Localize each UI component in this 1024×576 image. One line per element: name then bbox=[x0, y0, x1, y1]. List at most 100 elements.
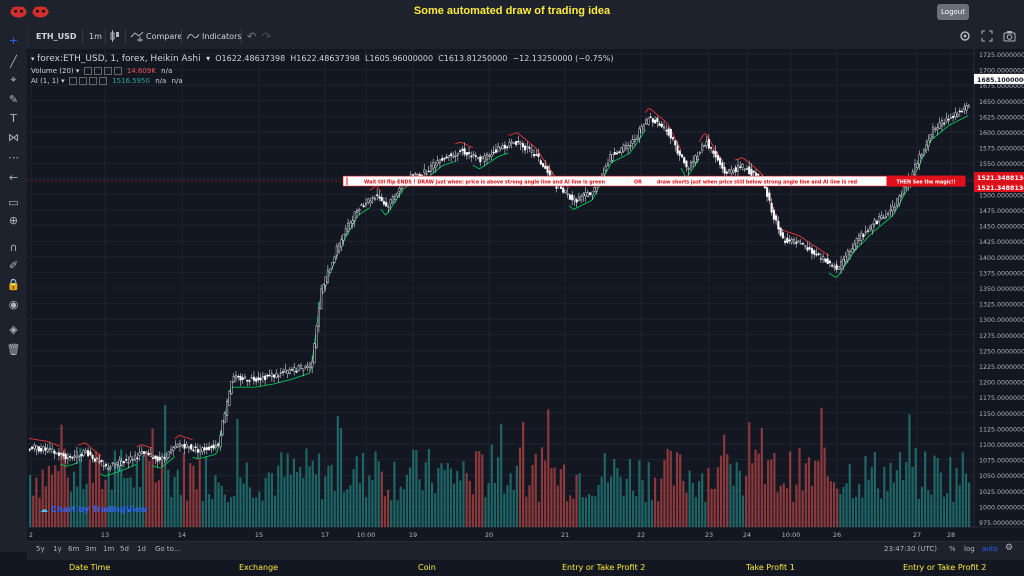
candle-body bbox=[698, 152, 701, 154]
tradingview-credit[interactable]: ☁ Chart by TradingView bbox=[40, 505, 147, 514]
auto-toggle[interactable]: auto bbox=[982, 545, 998, 553]
candle-body bbox=[925, 144, 928, 150]
percent-toggle[interactable]: % bbox=[949, 545, 956, 553]
volume-bar bbox=[657, 501, 660, 527]
compare-icon[interactable] bbox=[130, 31, 144, 42]
candle-body bbox=[669, 129, 672, 139]
volume-value: 14.609K bbox=[126, 67, 156, 75]
log-toggle[interactable]: log bbox=[964, 545, 975, 553]
candle-body bbox=[730, 169, 733, 174]
redo-icon[interactable]: ↷ bbox=[262, 24, 271, 49]
candle-body bbox=[647, 118, 650, 125]
credit-text[interactable]: Chart by TradingView bbox=[51, 505, 148, 514]
volume-bar bbox=[773, 452, 776, 527]
symbol-search[interactable]: ETH_USD bbox=[36, 24, 77, 49]
more-icon[interactable] bbox=[98, 77, 107, 85]
chart-canvas[interactable]: 1725.000000001700.000000001675.000000001… bbox=[27, 49, 1024, 541]
measure-icon[interactable]: ⋯ bbox=[6, 150, 21, 165]
eye-icon[interactable] bbox=[83, 67, 92, 75]
magnet-icon[interactable]: ∩ bbox=[6, 240, 21, 255]
layers-icon[interactable]: ◈ bbox=[6, 322, 21, 337]
candle-body bbox=[205, 447, 208, 450]
settings-icon[interactable] bbox=[78, 77, 87, 85]
trash-icon[interactable]: 🗑 bbox=[6, 342, 21, 357]
volume-bar bbox=[327, 465, 330, 527]
volume-bar bbox=[481, 454, 484, 527]
compare-button[interactable]: Compare bbox=[146, 24, 182, 49]
range-5y[interactable]: 5y bbox=[36, 545, 45, 553]
volume-bar bbox=[374, 451, 377, 527]
arrow-left-icon[interactable]: ← bbox=[6, 170, 21, 185]
crosshair-icon[interactable]: + bbox=[6, 33, 21, 48]
candle-body bbox=[149, 453, 152, 457]
volume-bar bbox=[726, 454, 729, 527]
volume-bar bbox=[437, 467, 440, 527]
range-1m[interactable]: 1m bbox=[103, 545, 114, 553]
candle-body bbox=[770, 202, 773, 213]
eye-icon[interactable] bbox=[68, 77, 77, 85]
price-axis-label: 1450.00000000 bbox=[979, 224, 1024, 231]
volume-bar bbox=[826, 476, 829, 527]
volume-bar bbox=[462, 461, 465, 527]
ruler-icon[interactable]: ▭ bbox=[6, 195, 21, 210]
indicators-button[interactable]: Indicators bbox=[202, 24, 242, 49]
candle-body bbox=[712, 150, 715, 154]
settings-icon[interactable] bbox=[959, 30, 971, 42]
indicators-icon[interactable] bbox=[187, 32, 199, 41]
range-3m[interactable]: 3m bbox=[85, 545, 96, 553]
candle-body bbox=[544, 165, 547, 169]
eye-icon[interactable]: ◉ bbox=[6, 297, 21, 312]
candle-body bbox=[938, 122, 941, 129]
volume-bar bbox=[311, 460, 314, 527]
candle-body bbox=[949, 117, 952, 119]
text-icon[interactable]: T bbox=[6, 111, 21, 126]
range-1y[interactable]: 1y bbox=[53, 545, 62, 553]
range-6m[interactable]: 6m bbox=[68, 545, 79, 553]
settings-icon[interactable] bbox=[93, 67, 102, 75]
volume-label[interactable]: Volume (20) bbox=[31, 67, 74, 75]
candle-body bbox=[640, 126, 643, 133]
volume-bar bbox=[955, 467, 958, 527]
candle-body bbox=[624, 144, 628, 149]
candle-body bbox=[900, 194, 903, 197]
goto-button[interactable]: Go to... bbox=[155, 545, 181, 553]
settings-icon[interactable]: ⚙ bbox=[1005, 543, 1013, 553]
candle-body bbox=[510, 141, 513, 144]
volume-bar bbox=[459, 480, 462, 527]
trend-line-icon[interactable]: ╱ bbox=[6, 54, 21, 69]
more-icon[interactable] bbox=[113, 67, 122, 75]
collapse-icon[interactable]: ▾ bbox=[31, 55, 35, 63]
logout-button[interactable]: Logout bbox=[937, 4, 969, 20]
range-1d[interactable]: 1d bbox=[137, 545, 146, 553]
candle-body bbox=[326, 270, 329, 283]
candle-body bbox=[615, 152, 619, 155]
lock-draw-icon[interactable]: ✐ bbox=[6, 258, 21, 273]
undo-icon[interactable]: ↶ bbox=[247, 24, 256, 49]
volume-bar bbox=[594, 496, 597, 527]
brush-icon[interactable]: ✎ bbox=[6, 92, 21, 107]
ai-label[interactable]: AI (1, 1) bbox=[31, 77, 59, 85]
interval-selector[interactable]: 1m bbox=[89, 24, 102, 49]
candles-icon[interactable] bbox=[110, 30, 120, 43]
zoom-icon[interactable]: ⊕ bbox=[6, 213, 21, 228]
close-icon[interactable] bbox=[88, 77, 97, 85]
candle-body bbox=[230, 381, 233, 394]
candle-body bbox=[535, 154, 538, 156]
range-5d[interactable]: 5d bbox=[120, 545, 129, 553]
candle-body bbox=[824, 258, 827, 262]
fullscreen-icon[interactable] bbox=[981, 30, 993, 42]
camera-icon[interactable] bbox=[1003, 30, 1016, 42]
candle-body bbox=[591, 191, 594, 196]
pattern-icon[interactable]: ⋈ bbox=[6, 130, 21, 145]
legend-title[interactable]: forex:ETH_USD, 1, forex, Heikin Ashi bbox=[37, 54, 201, 64]
volume-bar bbox=[566, 501, 569, 527]
fib-icon[interactable]: ⌖ bbox=[6, 72, 21, 87]
candle-body bbox=[862, 234, 865, 237]
volume-bar bbox=[468, 480, 471, 527]
volume-bar bbox=[358, 483, 361, 527]
candle-body bbox=[503, 144, 507, 149]
volume-bar bbox=[534, 453, 537, 527]
lock-icon[interactable]: 🔒 bbox=[6, 277, 21, 292]
close-icon[interactable] bbox=[103, 67, 112, 75]
candle-body bbox=[187, 446, 191, 449]
